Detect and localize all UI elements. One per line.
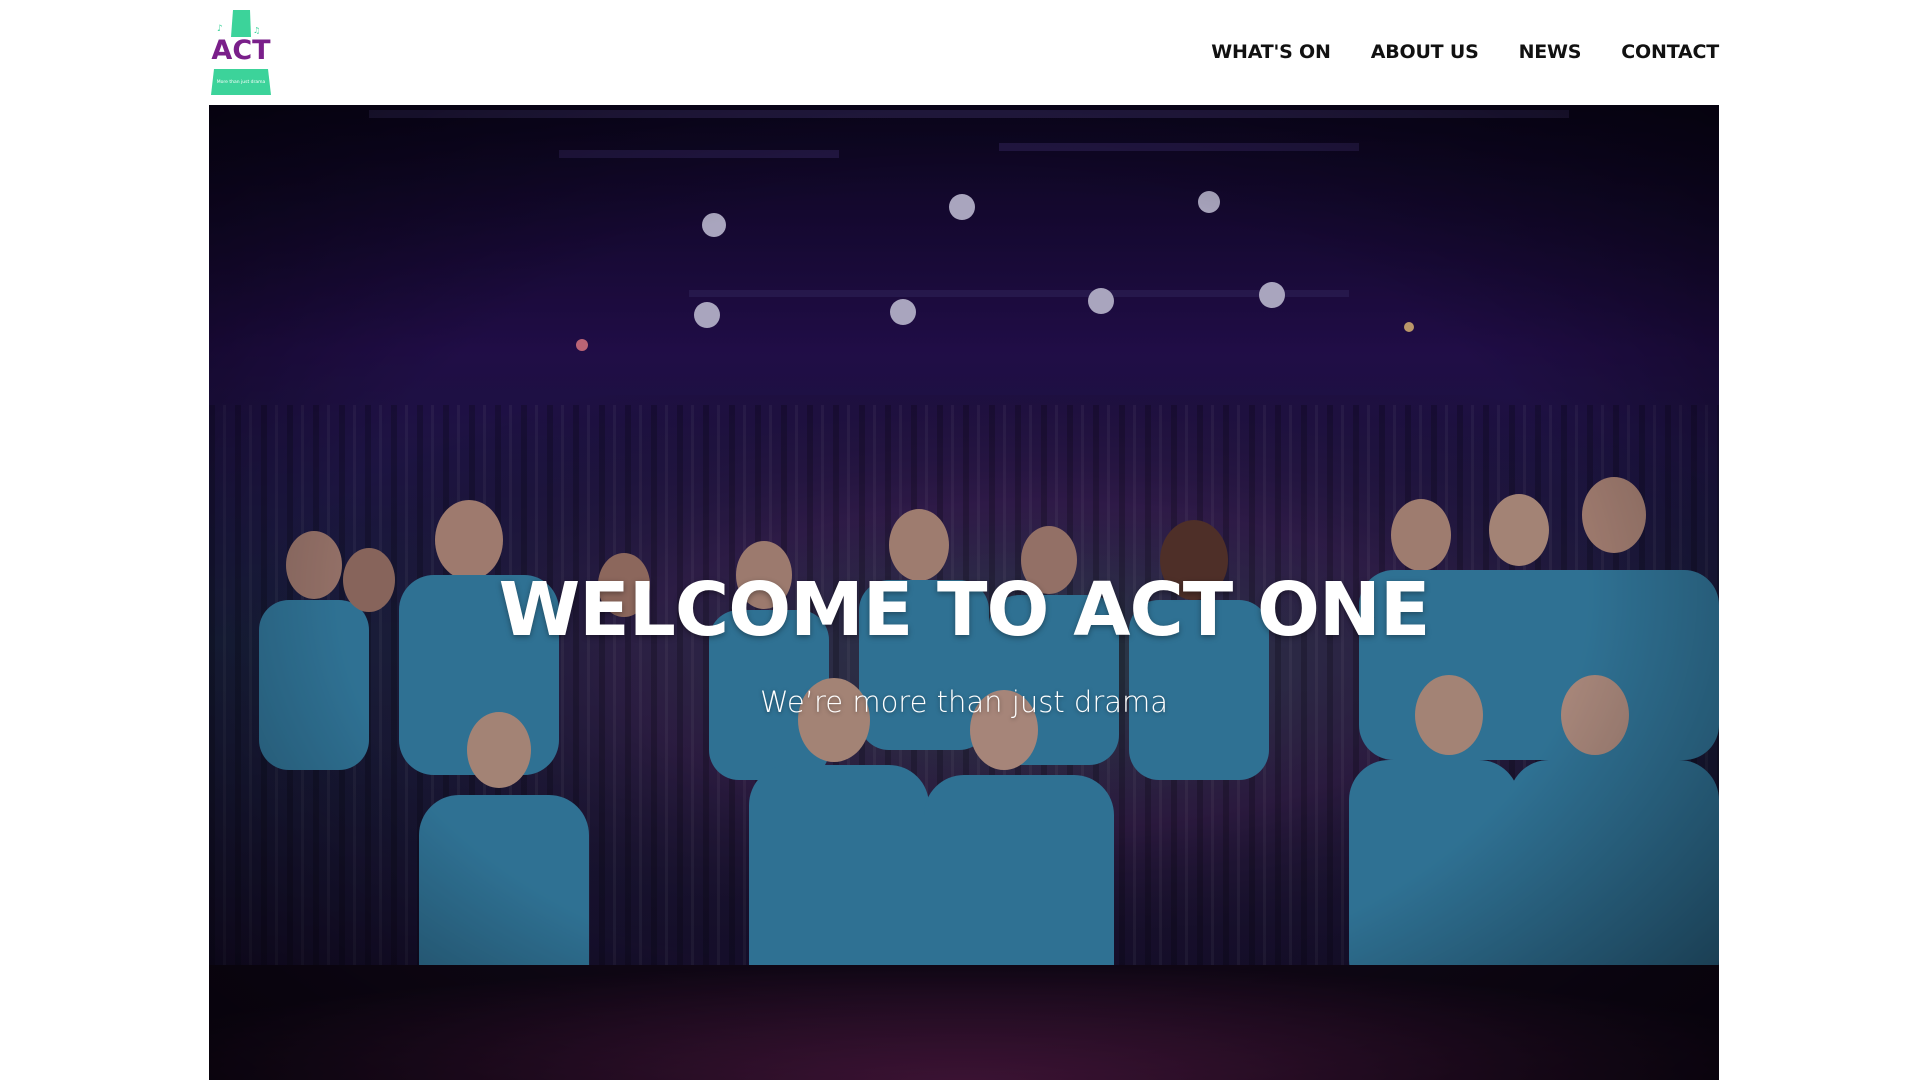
nav-whats-on[interactable]: WHAT'S ON <box>1211 36 1331 68</box>
nav-contact[interactable]: CONTACT <box>1621 36 1719 68</box>
logo-tagline: More than just drama <box>217 79 266 85</box>
nav-news[interactable]: NEWS <box>1519 36 1582 68</box>
site-header: ♪ ♫ ACT More than just drama WHAT'S ON A… <box>209 0 1719 105</box>
nav-about-us[interactable]: ABOUT US <box>1371 36 1479 68</box>
hero-subtitle: We’re more than just drama <box>759 685 1169 719</box>
svg-text:♪: ♪ <box>217 24 223 34</box>
act-one-logo[interactable]: ♪ ♫ ACT More than just drama <box>209 7 273 97</box>
main-nav: WHAT'S ON ABOUT US NEWS CONTACT <box>1211 36 1719 68</box>
hero-content: WELCOME TO ACT ONE We’re more than just … <box>209 560 1719 722</box>
logo-wordmark: ACT <box>211 35 271 66</box>
hero-title: WELCOME TO ACT ONE <box>498 567 1431 653</box>
hero-banner: WELCOME TO ACT ONE We’re more than just … <box>209 105 1719 1080</box>
page: ♪ ♫ ACT More than just drama WHAT'S ON A… <box>0 0 1920 1080</box>
act-one-logo-icon: ♪ ♫ ACT More than just drama <box>211 10 271 95</box>
svg-text:♫: ♫ <box>253 26 260 35</box>
